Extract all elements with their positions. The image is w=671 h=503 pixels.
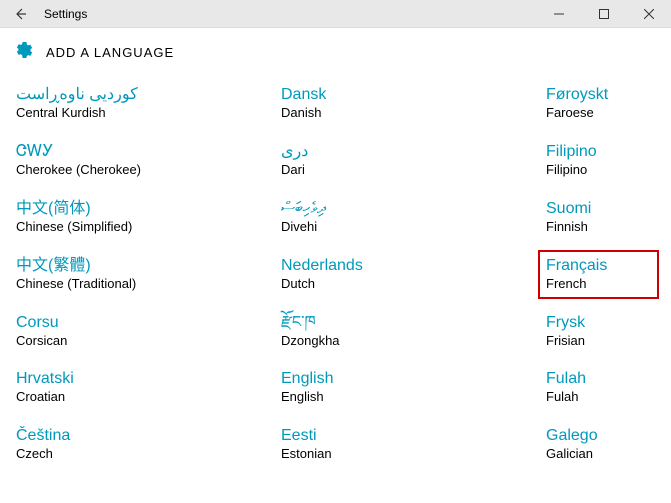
language-english-name: Central Kurdish [16,105,277,122]
language-column: DanskDanish درىDari ދިވެހިބަސްDivehi Nederl… [279,84,544,482]
language-english-name: Danish [281,105,542,122]
page-title: ADD A LANGUAGE [46,45,174,60]
language-item[interactable]: རྫོང་ཁDzongkha [279,312,544,351]
language-grid: کوردیی ناوەڕاستCentral Kurdish ᏣᎳᎩCheroke… [0,76,671,492]
language-item[interactable]: SuomiFinnish [544,198,659,237]
language-native-name: Fulah [546,369,657,389]
language-item[interactable]: HrvatskiCroatian [14,368,279,407]
language-native-name: རྫོང་ཁ [281,313,542,333]
language-english-name: Corsican [16,333,277,350]
language-item[interactable]: GalegoGalician [544,425,659,464]
language-english-name: Dari [281,162,542,179]
language-item[interactable]: FrançaisFrench [538,250,659,299]
language-english-name: Fulah [546,389,657,406]
titlebar: Settings [0,0,671,28]
language-item[interactable]: ČeštinaCzech [14,425,279,464]
language-native-name: 中文(简体) [16,199,277,219]
language-native-name: Dansk [281,85,542,105]
language-native-name: Čeština [16,426,277,446]
language-english-name: Czech [16,446,277,463]
maximize-button[interactable] [581,0,626,28]
language-english-name: Filipino [546,162,657,179]
language-native-name: Filipino [546,142,657,162]
language-english-name: Cherokee (Cherokee) [16,162,277,179]
language-english-name: Frisian [546,333,657,350]
language-item[interactable]: EnglishEnglish [279,368,544,407]
language-native-name: Nederlands [281,256,542,276]
language-english-name: Dutch [281,276,542,293]
language-native-name: Galego [546,426,657,446]
language-english-name: Chinese (Simplified) [16,219,277,236]
back-button[interactable] [0,0,40,28]
language-column: کوردیی ناوەڕاستCentral Kurdish ᏣᎳᎩCheroke… [14,84,279,482]
language-item[interactable]: FilipinoFilipino [544,141,659,180]
arrow-left-icon [13,7,27,21]
language-column: FøroysktFaroese FilipinoFilipino SuomiFinn… [544,84,659,482]
minimize-button[interactable] [536,0,581,28]
language-item[interactable]: EestiEstonian [279,425,544,464]
window-title: Settings [44,7,87,21]
language-native-name: ދިވެހިބަސް [281,199,542,219]
language-item[interactable]: CorsuCorsican [14,312,279,351]
language-english-name: Estonian [281,446,542,463]
language-item[interactable]: FulahFulah [544,368,659,407]
language-item[interactable]: ᏣᎳᎩCherokee (Cherokee) [14,141,279,180]
language-english-name: Croatian [16,389,277,406]
language-english-name: Divehi [281,219,542,236]
language-native-name: Corsu [16,313,277,333]
language-item[interactable]: ދިވެހިބަސްDivehi [279,198,544,237]
close-icon [644,9,654,19]
language-item[interactable]: FøroysktFaroese [544,84,659,123]
language-item[interactable]: درىDari [279,141,544,180]
language-native-name: درى [281,142,542,162]
language-native-name: Eesti [281,426,542,446]
language-english-name: Dzongkha [281,333,542,350]
language-native-name: English [281,369,542,389]
language-native-name: ᏣᎳᎩ [16,142,277,162]
maximize-icon [599,9,609,19]
language-english-name: Chinese (Traditional) [16,276,277,293]
language-native-name: Føroyskt [546,85,657,105]
language-item[interactable]: 中文(繁體)Chinese (Traditional) [14,255,279,294]
language-english-name: French [546,276,651,293]
language-native-name: Suomi [546,199,657,219]
language-native-name: Frysk [546,313,657,333]
window-controls [536,0,671,28]
language-english-name: English [281,389,542,406]
close-button[interactable] [626,0,671,28]
page-header: ADD A LANGUAGE [0,28,671,76]
language-item[interactable]: DanskDanish [279,84,544,123]
gear-icon [14,41,32,64]
language-item[interactable]: 中文(简体)Chinese (Simplified) [14,198,279,237]
language-item[interactable]: NederlandsDutch [279,255,544,294]
language-item[interactable]: کوردیی ناوەڕاستCentral Kurdish [14,84,279,123]
language-item[interactable]: FryskFrisian [544,312,659,351]
language-english-name: Galician [546,446,657,463]
language-english-name: Faroese [546,105,657,122]
language-native-name: 中文(繁體) [16,256,277,276]
language-native-name: Français [546,256,651,276]
language-native-name: کوردیی ناوەڕاست [16,85,277,105]
minimize-icon [554,9,564,19]
language-english-name: Finnish [546,219,657,236]
language-native-name: Hrvatski [16,369,277,389]
